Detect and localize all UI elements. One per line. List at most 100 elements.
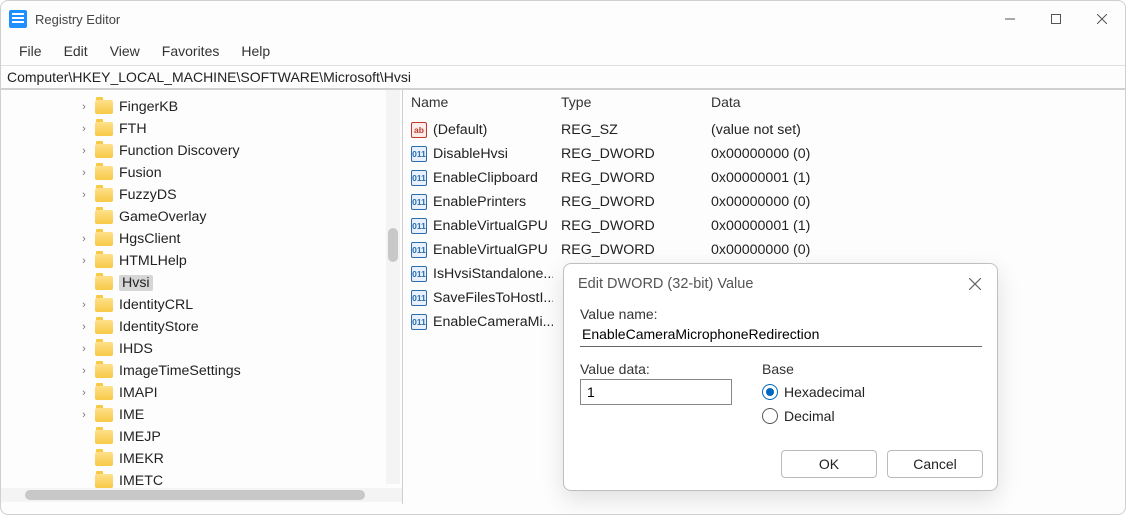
- value-name-input[interactable]: [580, 324, 982, 347]
- chevron-right-icon[interactable]: ›: [77, 364, 91, 378]
- chevron-right-icon[interactable]: ›: [77, 188, 91, 202]
- value-row[interactable]: 011DisableHvsiREG_DWORD0x00000000 (0): [403, 142, 1125, 166]
- maximize-button[interactable]: [1033, 1, 1079, 37]
- tree-horizontal-scrollbar[interactable]: [1, 488, 402, 502]
- minimize-button[interactable]: [987, 1, 1033, 37]
- tree-vertical-scrollbar[interactable]: [386, 90, 400, 484]
- value-row[interactable]: ab(Default)REG_SZ(value not set): [403, 118, 1125, 142]
- tree-item[interactable]: › IMAPI: [25, 382, 402, 404]
- tree-item[interactable]: › FuzzyDS: [25, 184, 402, 206]
- tree-item[interactable]: › Fusion: [25, 162, 402, 184]
- window-title: Registry Editor: [35, 12, 120, 27]
- tree-item-label: FingerKB: [119, 99, 178, 115]
- value-type: REG_DWORD: [553, 194, 703, 210]
- tree-item[interactable]: ›Function Discovery: [25, 140, 402, 162]
- close-button[interactable]: [1079, 1, 1125, 37]
- chevron-right-icon[interactable]: ›: [77, 232, 91, 246]
- tree-item[interactable]: ›HgsClient: [25, 228, 402, 250]
- tree-item-label: IMETC: [119, 473, 163, 489]
- ok-button[interactable]: OK: [781, 450, 877, 478]
- chevron-right-icon[interactable]: ›: [77, 342, 91, 356]
- tree-item-label: IMEJP: [119, 429, 161, 445]
- tree-item-label: IdentityCRL: [119, 297, 193, 313]
- menu-view[interactable]: View: [100, 39, 150, 63]
- radio-icon: [762, 408, 778, 424]
- value-name: EnableVirtualGPU: [433, 218, 548, 234]
- menubar: File Edit View Favorites Help: [1, 37, 1125, 65]
- value-data: 0x00000001 (1): [703, 170, 1125, 186]
- registry-editor-window: Registry Editor File Edit View Favorites…: [0, 0, 1126, 515]
- radio-hexadecimal[interactable]: Hexadecimal: [762, 381, 865, 403]
- tree-item-label: GameOverlay: [119, 209, 207, 225]
- dword-value-icon: 011: [411, 194, 427, 210]
- value-type: REG_DWORD: [553, 242, 703, 258]
- value-data-input[interactable]: [580, 379, 732, 405]
- value-name: EnableVirtualGPU: [433, 242, 548, 258]
- tree-item[interactable]: Hvsi: [25, 272, 402, 294]
- string-value-icon: ab: [411, 122, 427, 138]
- column-header-name[interactable]: Name: [403, 94, 553, 110]
- tree-item[interactable]: › IdentityCRL: [25, 294, 402, 316]
- column-header-data[interactable]: Data: [703, 94, 1125, 110]
- value-type: REG_DWORD: [553, 218, 703, 234]
- scrollbar-thumb[interactable]: [388, 228, 398, 262]
- value-row[interactable]: 011EnableVirtualGPUREG_DWORD0x00000001 (…: [403, 214, 1125, 238]
- address-bar[interactable]: Computer\HKEY_LOCAL_MACHINE\SOFTWARE\Mic…: [1, 65, 1125, 89]
- folder-icon: [95, 342, 113, 356]
- chevron-right-icon[interactable]: ›: [77, 298, 91, 312]
- tree-item-label: IMAPI: [119, 385, 158, 401]
- menu-favorites[interactable]: Favorites: [152, 39, 230, 63]
- tree-item[interactable]: GameOverlay: [25, 206, 402, 228]
- tree-item-label: FuzzyDS: [119, 187, 177, 203]
- list-header: Name Type Data: [403, 90, 1125, 114]
- tree-item[interactable]: IMEKR: [25, 448, 402, 470]
- chevron-right-icon[interactable]: ›: [77, 144, 91, 158]
- tree-item[interactable]: ›ImageTimeSettings: [25, 360, 402, 382]
- value-row[interactable]: 011EnableVirtualGPUREG_DWORD0x00000000 (…: [403, 238, 1125, 262]
- chevron-right-icon[interactable]: ›: [77, 408, 91, 422]
- value-data: 0x00000001 (1): [703, 218, 1125, 234]
- radio-label: Decimal: [784, 408, 835, 424]
- tree-item[interactable]: › IME: [25, 404, 402, 426]
- cancel-button[interactable]: Cancel: [887, 450, 983, 478]
- menu-edit[interactable]: Edit: [54, 39, 98, 63]
- tree-item[interactable]: IMEJP: [25, 426, 402, 448]
- tree-item[interactable]: › FingerKB: [25, 96, 402, 118]
- folder-icon: [95, 100, 113, 114]
- value-row[interactable]: 011EnableClipboardREG_DWORD0x00000001 (1…: [403, 166, 1125, 190]
- radio-label: Hexadecimal: [784, 384, 865, 400]
- dword-value-icon: 011: [411, 266, 427, 282]
- chevron-right-icon[interactable]: ›: [77, 100, 91, 114]
- tree-item[interactable]: ›IHDS: [25, 338, 402, 360]
- value-data-label: Value data:: [580, 361, 732, 377]
- folder-icon: [95, 408, 113, 422]
- tree-item-label: Hvsi: [119, 275, 153, 291]
- tree-item-label: Fusion: [119, 165, 162, 181]
- tree-item[interactable]: › HTMLHelp: [25, 250, 402, 272]
- chevron-right-icon[interactable]: ›: [77, 254, 91, 268]
- chevron-right-icon[interactable]: ›: [77, 122, 91, 136]
- column-header-type[interactable]: Type: [553, 94, 703, 110]
- value-type: REG_DWORD: [553, 146, 703, 162]
- chevron-right-icon[interactable]: ›: [77, 166, 91, 180]
- radio-decimal[interactable]: Decimal: [762, 405, 865, 427]
- folder-icon: [95, 364, 113, 378]
- dword-value-icon: 011: [411, 314, 427, 330]
- chevron-right-icon[interactable]: ›: [77, 386, 91, 400]
- scrollbar-thumb[interactable]: [25, 490, 365, 500]
- dialog-close-button[interactable]: [967, 276, 983, 292]
- dword-value-icon: 011: [411, 170, 427, 186]
- menu-help[interactable]: Help: [231, 39, 280, 63]
- menu-file[interactable]: File: [9, 39, 52, 63]
- chevron-right-icon[interactable]: ›: [77, 320, 91, 334]
- folder-icon: [95, 298, 113, 312]
- value-name: EnablePrinters: [433, 194, 526, 210]
- value-name: DisableHvsi: [433, 146, 508, 162]
- tree-item-label: IME: [119, 407, 144, 423]
- folder-icon: [95, 276, 113, 290]
- tree-item[interactable]: ›FTH: [25, 118, 402, 140]
- value-row[interactable]: 011EnablePrintersREG_DWORD0x00000000 (0): [403, 190, 1125, 214]
- tree-item[interactable]: ›IdentityStore: [25, 316, 402, 338]
- base-label: Base: [762, 361, 865, 377]
- tree-item-label: HTMLHelp: [119, 253, 187, 269]
